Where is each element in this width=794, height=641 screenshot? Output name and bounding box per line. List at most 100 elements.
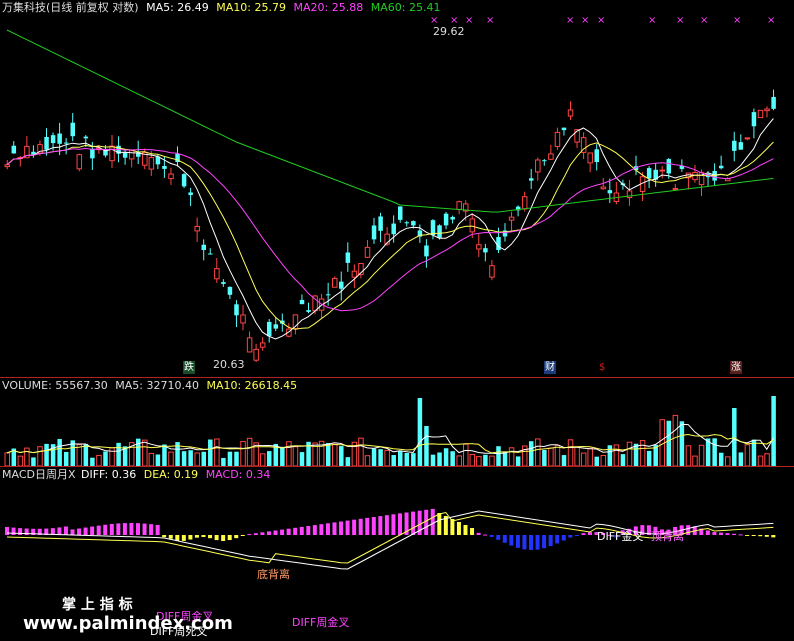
candle <box>11 145 17 154</box>
macd-bar <box>18 528 23 535</box>
macd-bar <box>542 535 547 549</box>
volume-bar <box>561 455 567 466</box>
candle <box>364 246 371 258</box>
volume-bar <box>679 421 685 466</box>
bottom-divergence-note: 底背离 <box>257 568 290 581</box>
macd-bar <box>267 531 271 535</box>
macd-bar <box>11 527 16 535</box>
volume-bar <box>542 449 547 466</box>
candle <box>306 310 311 312</box>
macd-bar <box>240 535 245 536</box>
candle <box>240 314 246 324</box>
candle <box>246 337 253 353</box>
candle <box>751 112 757 127</box>
volume-bar <box>587 447 593 467</box>
candle <box>398 206 403 220</box>
volume-bar <box>463 443 469 467</box>
macd-bar <box>70 529 75 535</box>
low-price-label: 20.63 <box>213 358 245 371</box>
volume-bar <box>672 414 679 467</box>
volume-bar <box>44 443 49 466</box>
signal-cross-mark-9: × <box>700 15 708 26</box>
macd-bar <box>339 521 344 535</box>
candle <box>450 216 455 220</box>
volume-bar <box>738 452 744 466</box>
volume-bar <box>57 439 62 466</box>
volume-ma5-line <box>6 423 774 455</box>
macd-bar <box>319 524 324 535</box>
volume-bar <box>214 438 220 467</box>
volume-bar <box>607 445 613 466</box>
volume-bar <box>666 420 672 466</box>
macd-bar <box>352 519 357 535</box>
volume-bar <box>83 443 89 466</box>
candle <box>594 149 599 163</box>
volume-bar <box>567 439 574 467</box>
watermark-title: 掌 上 指 标 <box>62 597 133 613</box>
candle <box>345 252 351 263</box>
event-marker-finance[interactable]: 财 <box>544 361 556 374</box>
price-chart-panel[interactable]: 万集科技(日线 前复权 对数) MA5: 26.49 MA10: 25.79 M… <box>0 0 794 377</box>
macd-bar <box>129 523 134 535</box>
signal-cross-mark-6: × <box>597 15 605 26</box>
candle <box>299 299 305 305</box>
event-marker-drop[interactable]: 跌 <box>183 361 195 374</box>
diff-readout: DIFF: 0.36 <box>81 468 137 481</box>
macd-bar <box>751 535 756 536</box>
signal-cross-mark-4: × <box>566 15 574 26</box>
event-marker-dollar[interactable]: $ <box>598 361 606 374</box>
ma20-readout: MA20: 25.88 <box>293 1 364 14</box>
diff-week-cross-note-2: DIFF周金叉 <box>292 616 350 629</box>
candle <box>70 122 75 137</box>
volume-ma10-readout: MA10: 26618.45 <box>206 379 298 392</box>
macd-bar <box>456 522 461 535</box>
candle <box>371 225 377 240</box>
macd-bar <box>548 535 553 547</box>
volume-bar <box>384 449 390 467</box>
macd-bar <box>476 532 481 535</box>
candle <box>57 133 62 144</box>
volume-bar <box>109 447 115 467</box>
candle <box>672 187 679 190</box>
volume-bar <box>764 453 770 467</box>
candle <box>122 152 128 158</box>
volume-bar <box>280 446 285 466</box>
stock-name: 万集科技(日线 前复权 对数) <box>2 1 139 14</box>
macd-bar <box>325 523 330 535</box>
macd-bar <box>221 535 226 541</box>
volume-chart-panel[interactable]: VOLUME: 55567.30 MA5: 32710.40 MA10: 266… <box>0 377 794 467</box>
volume-bar <box>771 396 776 466</box>
macd-bar <box>712 532 717 535</box>
volume-bar <box>712 438 717 466</box>
candle <box>542 160 547 162</box>
macd-bar <box>398 513 402 535</box>
volume-bar <box>17 455 24 467</box>
volume-bar <box>286 441 292 467</box>
volume-bar <box>4 452 10 467</box>
volume-bar <box>96 454 102 467</box>
volume-bar <box>188 450 193 466</box>
macd-bar <box>247 534 252 536</box>
volume-bar <box>535 438 541 467</box>
volume-bar <box>639 440 646 467</box>
candle <box>214 268 220 280</box>
candle <box>548 153 554 160</box>
candle <box>757 109 764 119</box>
macd-bar <box>175 535 180 541</box>
candle <box>325 294 331 296</box>
candle <box>339 281 344 289</box>
signal-cross-mark-10: × <box>733 15 741 26</box>
macd-bar <box>122 523 127 535</box>
signal-cross-mark-3: × <box>486 15 494 26</box>
macd-bar <box>194 535 199 538</box>
volume-bar <box>489 455 495 467</box>
macd-bar <box>483 534 488 536</box>
ma60-line <box>6 29 774 213</box>
macd-bar <box>371 517 376 535</box>
event-marker-rise[interactable]: 涨 <box>730 361 742 374</box>
macd-bar <box>312 525 317 535</box>
macd-bar <box>568 535 573 538</box>
candle <box>221 282 226 284</box>
macd-bar <box>286 528 291 535</box>
candle <box>469 218 476 233</box>
